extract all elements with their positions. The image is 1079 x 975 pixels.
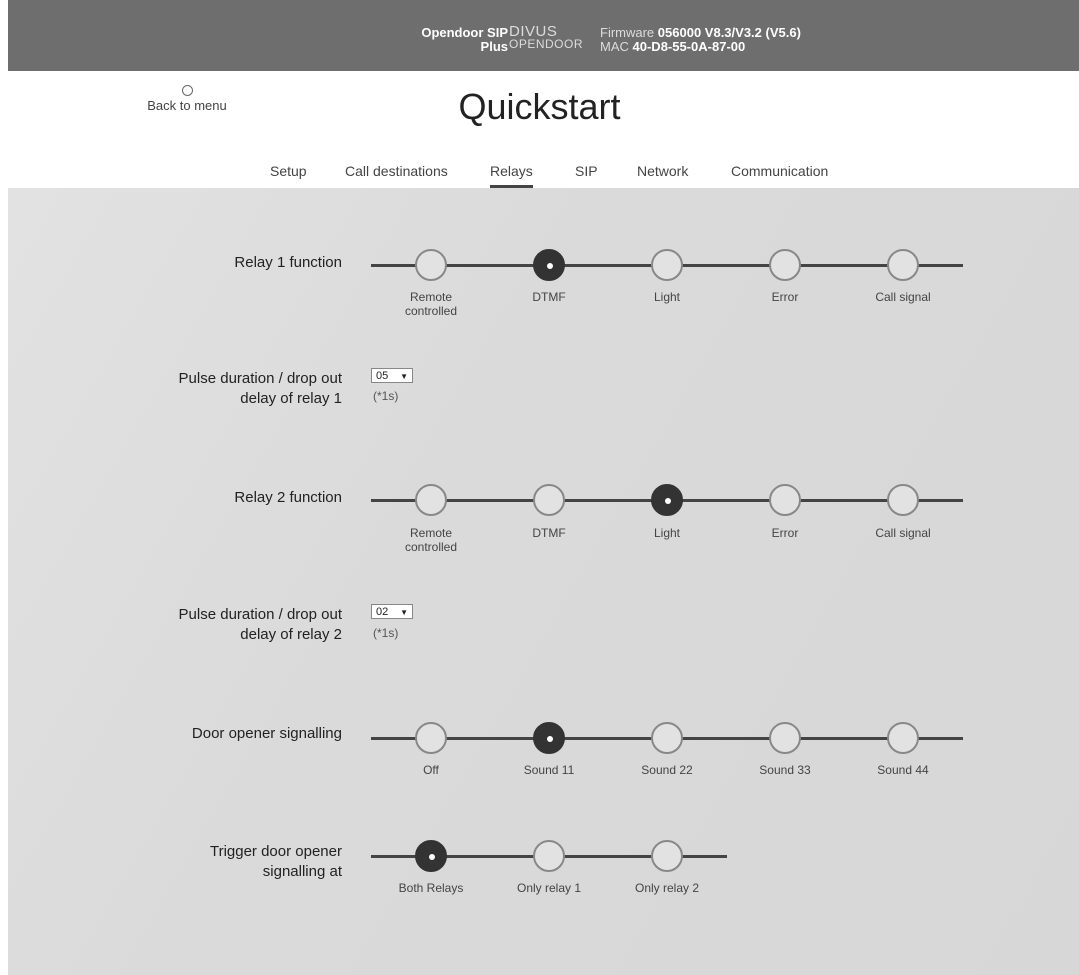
trigger-label-only-relay-1: Only relay 1 — [516, 881, 582, 895]
relay2-option-error[interactable] — [769, 484, 801, 516]
relay1-label-remote-text: Remote controlled — [404, 290, 458, 318]
door-signal-option-off[interactable] — [415, 722, 447, 754]
relay1-label-error: Error — [771, 290, 799, 304]
divus-opendoor-logo: DIVUS OPENDOOR — [509, 24, 584, 51]
relay1-option-error[interactable] — [769, 249, 801, 281]
door-signalling-label: Door opener signalling — [191, 725, 342, 742]
relay1-label-call-signal: Call signal — [875, 290, 931, 304]
door-signal-option-sound-22[interactable] — [651, 722, 683, 754]
pulse1-label: Pulse duration / drop out delay of relay… — [179, 369, 342, 409]
pulse2-label: Pulse duration / drop out delay of relay… — [179, 605, 342, 645]
relay1-option-remote-controlled[interactable] — [415, 249, 447, 281]
logo-opendoor: OPENDOOR — [509, 37, 584, 51]
dropdown-arrow-icon: ▼ — [400, 608, 408, 617]
relay2-label-remote: Remote controlled — [376, 526, 486, 554]
relay2-function-label: Relay 2 function — [234, 489, 342, 506]
relay1-option-light[interactable] — [651, 249, 683, 281]
pulse2-label-line2: delay of relay 2 — [240, 626, 342, 643]
trigger-option-both-relays[interactable] — [415, 840, 447, 872]
trigger-option-only-relay-1[interactable] — [533, 840, 565, 872]
firmware-info: Firmware 056000 V8.3/V3.2 (V5.6) MAC 40-… — [600, 26, 801, 54]
relay2-label-dtmf: DTMF — [532, 526, 566, 540]
tab-relays[interactable]: Relays — [490, 163, 533, 188]
trigger-label-line2: signalling at — [262, 863, 342, 880]
pulse2-select[interactable]: 02 ▼ — [371, 604, 413, 619]
pulse2-label-line1: Pulse duration / drop out — [178, 606, 342, 623]
trigger-label: Trigger door opener signalling at — [210, 842, 342, 882]
tab-setup[interactable]: Setup — [270, 163, 307, 179]
top-bar: Opendoor SIP Plus DIVUS OPENDOOR Firmwar… — [8, 0, 1079, 71]
pulse1-select[interactable]: 05 ▼ — [371, 368, 413, 383]
relay2-label-remote-text: Remote controlled — [404, 526, 458, 554]
relay1-option-dtmf[interactable] — [533, 249, 565, 281]
relay2-label-call-signal: Call signal — [875, 526, 931, 540]
door-signal-option-sound-11[interactable] — [533, 722, 565, 754]
trigger-label-only-relay-2: Only relay 2 — [634, 881, 700, 895]
device-name: Opendoor SIP Plus — [421, 26, 508, 54]
relay1-label-remote: Remote controlled — [376, 290, 486, 318]
pulse2-select-value: 02 — [376, 606, 389, 618]
mac-value: 40-D8-55-0A-87-00 — [632, 39, 746, 54]
tab-call-destinations[interactable]: Call destinations — [345, 163, 448, 179]
relay1-function-label: Relay 1 function — [234, 254, 342, 271]
mac-label: MAC — [600, 39, 629, 54]
door-signal-label-sound-22: Sound 22 — [641, 763, 693, 777]
relay1-label-light: Light — [653, 290, 681, 304]
tab-communication[interactable]: Communication — [731, 163, 828, 179]
page-title: Quickstart — [458, 86, 621, 127]
pulse2-unit: (*1s) — [373, 626, 399, 640]
relay2-option-dtmf[interactable] — [533, 484, 565, 516]
door-signal-label-sound-11: Sound 11 — [523, 763, 575, 777]
relay2-label-light: Light — [653, 526, 681, 540]
firmware-value: 056000 V8.3/V3.2 (V5.6) — [657, 25, 801, 40]
relay2-option-remote-controlled[interactable] — [415, 484, 447, 516]
pulse1-unit: (*1s) — [373, 389, 399, 403]
device-name-line2: Plus — [480, 39, 508, 54]
relay2-label-error: Error — [771, 526, 799, 540]
trigger-label-both-relays: Both Relays — [398, 881, 464, 895]
trigger-option-only-relay-2[interactable] — [651, 840, 683, 872]
door-signal-option-sound-44[interactable] — [887, 722, 919, 754]
firmware-label: Firmware — [600, 25, 655, 40]
relay1-label-dtmf: DTMF — [532, 290, 566, 304]
door-signal-label-off: Off — [423, 763, 439, 777]
tab-bar: Setup Call destinations Relays SIP Netwo… — [0, 163, 1079, 189]
door-signal-label-sound-33: Sound 33 — [759, 763, 811, 777]
relay2-option-light[interactable] — [651, 484, 683, 516]
tab-sip[interactable]: SIP — [575, 163, 598, 179]
dropdown-arrow-icon: ▼ — [400, 372, 408, 381]
tab-network[interactable]: Network — [637, 163, 688, 179]
trigger-label-line1: Trigger door opener — [209, 843, 342, 860]
pulse1-select-value: 05 — [376, 370, 389, 382]
pulse1-label-line2: delay of relay 1 — [240, 390, 342, 407]
pulse1-label-line1: Pulse duration / drop out — [178, 370, 342, 387]
relay2-option-call-signal[interactable] — [887, 484, 919, 516]
relay1-option-call-signal[interactable] — [887, 249, 919, 281]
device-name-line1: Opendoor SIP — [421, 25, 508, 40]
door-signal-option-sound-33[interactable] — [769, 722, 801, 754]
door-signal-label-sound-44: Sound 44 — [877, 763, 929, 777]
